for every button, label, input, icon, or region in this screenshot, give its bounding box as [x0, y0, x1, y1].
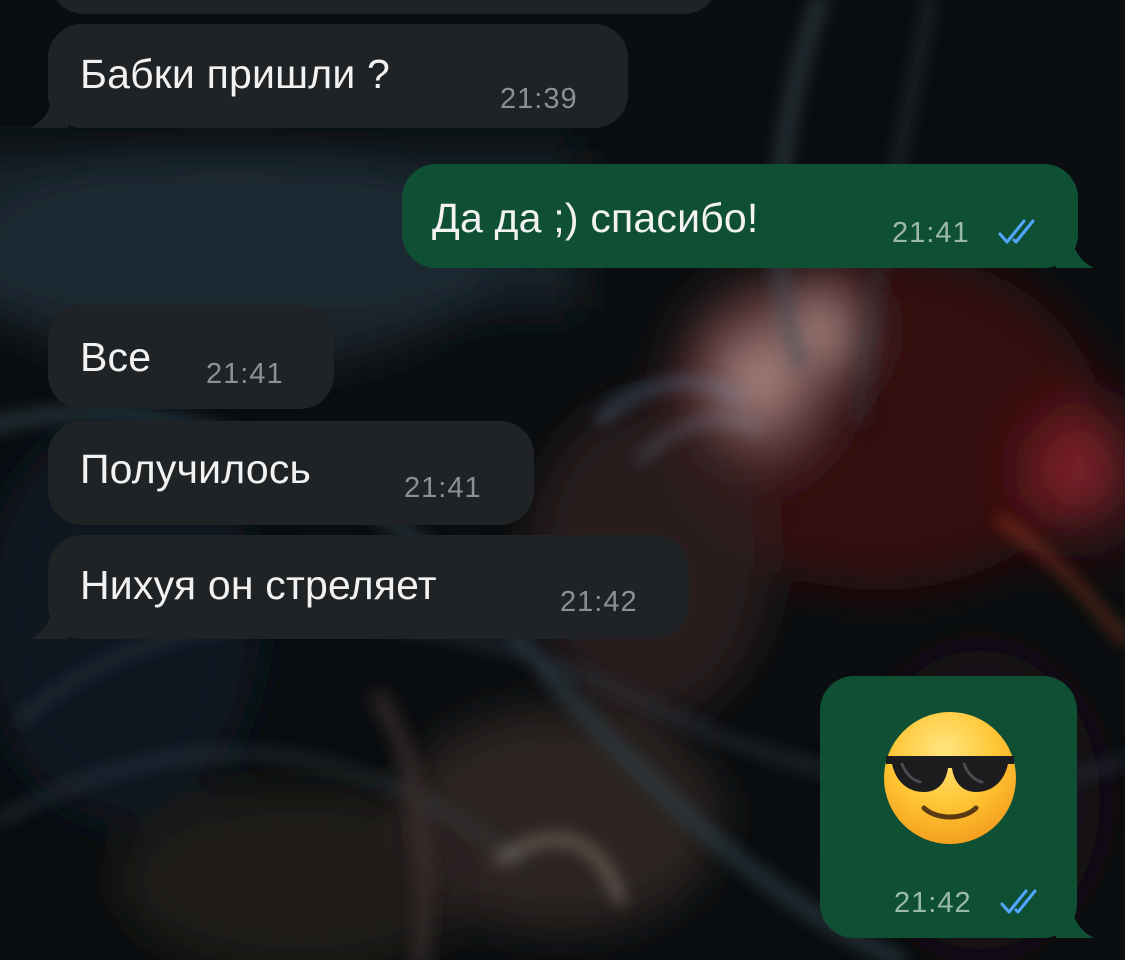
- message-bubble-incoming[interactable]: Все 21:41: [48, 305, 334, 409]
- message-time: 21:42: [894, 887, 972, 919]
- message-time: 21:41: [206, 358, 284, 390]
- previous-message-bubble[interactable]: [50, 0, 718, 14]
- read-receipt-icon: [998, 219, 1035, 244]
- bubble-tail-incoming: [30, 609, 68, 639]
- message-bubble-outgoing[interactable]: Да да ;) спасибо! 21:41: [402, 164, 1078, 268]
- read-receipt-icon: [1000, 889, 1037, 914]
- message-time: 21:39: [500, 83, 578, 115]
- message-text: Да да ;) спасибо!: [432, 195, 759, 241]
- message-time: 21:41: [892, 217, 970, 249]
- message-text: Нихуя он стреляет: [80, 562, 437, 608]
- message-text: Бабки пришли ?: [80, 51, 391, 97]
- chat-view: Бабки пришли ? 21:39 Да да ;) спасибо! 2…: [0, 0, 1125, 960]
- message-bubble-outgoing[interactable]: 21:42: [820, 676, 1077, 938]
- bubble-tail-outgoing: [1056, 238, 1094, 268]
- message-bubble-incoming[interactable]: Получилось 21:41: [48, 421, 534, 525]
- message-time: 21:42: [560, 586, 638, 618]
- message-time: 21:41: [404, 472, 482, 504]
- message-text: Получилось: [80, 446, 312, 492]
- bubble-tail-incoming: [30, 98, 68, 128]
- message-bubble-incoming[interactable]: Нихуя он стреляет 21:42: [48, 535, 689, 639]
- message-bubble-incoming[interactable]: Бабки пришли ? 21:39: [48, 24, 628, 128]
- message-text: Все: [80, 334, 152, 380]
- smiling-face-with-sunglasses-icon: [884, 712, 1016, 844]
- bubble-tail-outgoing: [1056, 908, 1094, 938]
